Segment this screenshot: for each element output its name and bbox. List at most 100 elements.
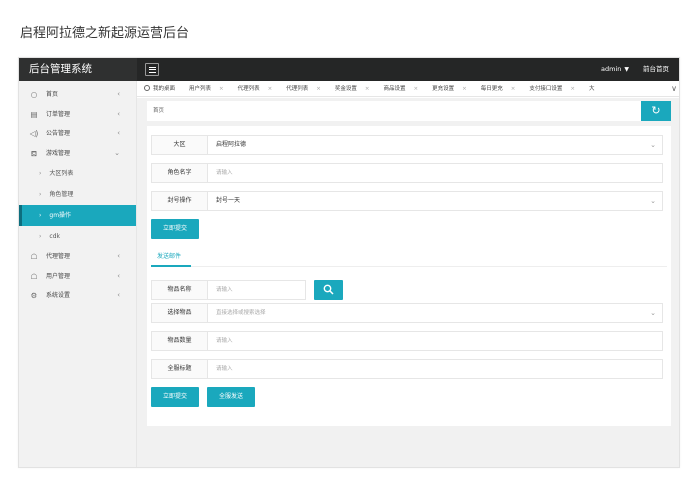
- chevron-down-icon: ⌄: [650, 197, 656, 205]
- sidebar-item-home[interactable]: ○ 首页 ‹: [19, 85, 136, 105]
- chevron-left-icon: ‹: [117, 291, 120, 299]
- search-button[interactable]: [314, 280, 343, 300]
- refresh-icon: ↻: [651, 104, 661, 117]
- top-right-menu: admin ▼ 前台首页: [601, 58, 669, 81]
- tab-daily-recharge[interactable]: 每日更充 ×: [474, 81, 523, 96]
- tab-users[interactable]: 用户列表 ×: [182, 81, 231, 96]
- submit-ban-button[interactable]: 立即提交: [151, 219, 199, 239]
- sidebar-item-label: 游戏管理: [46, 149, 71, 157]
- speaker-icon: ◁): [29, 129, 39, 138]
- tab-recharge-settings[interactable]: 更充设置 ×: [425, 81, 474, 96]
- active-tab-indicator: [151, 265, 191, 267]
- chevron-right-icon: ›: [39, 233, 42, 240]
- tab-send-mail[interactable]: 发送邮件: [157, 250, 181, 264]
- item-name-input[interactable]: 物品名称 请输入: [151, 280, 306, 300]
- gm-form-card: 大区 启程阿拉德 ⌄ 角色名字 请输入 封号操作 封号一天 ⌄ 立即提交 发送邮…: [147, 126, 671, 426]
- sidebar-item-users[interactable]: ☖ 用户管理 ‹: [19, 267, 136, 287]
- placeholder-text: 请输入: [216, 366, 233, 372]
- breadcrumb-bar: 首页 ↻: [147, 101, 671, 121]
- tab-bonus-settings[interactable]: 奖金设置 ×: [328, 81, 377, 96]
- tab-agents-2[interactable]: 代理列表 ×: [279, 81, 328, 96]
- item-select[interactable]: 选择物品 直接选择或搜索选择 ⌄: [151, 303, 663, 323]
- tab-label: 每日更充: [480, 86, 503, 92]
- sidebar-item-label: 系统设置: [46, 292, 71, 299]
- divider: [151, 266, 667, 267]
- close-icon[interactable]: ×: [570, 86, 575, 92]
- ban-operation-value: 封号一天: [216, 197, 241, 204]
- chevron-left-icon: ‹: [117, 90, 120, 98]
- chevron-right-icon: ›: [39, 191, 42, 198]
- sidebar-subitem-label: 角色管理: [49, 191, 74, 198]
- role-name-input[interactable]: 角色名字 请输入: [151, 163, 663, 183]
- sidebar-item-label: 订单管理: [46, 110, 71, 118]
- field-label: 物品名称: [152, 281, 208, 299]
- tab-label: 更充设置: [432, 86, 455, 92]
- close-icon[interactable]: ×: [511, 86, 516, 92]
- user-name: admin: [601, 65, 622, 73]
- top-bar: 后台管理系统 admin ▼ 前台首页: [19, 58, 679, 81]
- close-icon[interactable]: ×: [462, 86, 467, 92]
- user-icon: ☖: [30, 271, 38, 281]
- main-content: 首页 ↻ 大区 启程阿拉德 ⌄ 角色名字 请输入 封号操作 封号一天 ⌄ 立即提…: [137, 98, 679, 467]
- sidebar-item-label: 用户管理: [46, 272, 71, 280]
- tab-label: 支付接口设置: [529, 86, 563, 92]
- sidebar-item-label: 代理管理: [46, 253, 71, 260]
- region-value: 启程阿拉德: [216, 141, 247, 148]
- chevron-down-icon: ⌄: [114, 148, 120, 157]
- tab-product-settings[interactable]: 商品设置 ×: [377, 81, 426, 96]
- sidebar-subitem-label: 大区列表: [49, 170, 74, 177]
- sidebar-item-orders[interactable]: ▤ 订单管理 ‹: [19, 105, 136, 125]
- mail-title-input[interactable]: 全服标题 请输入: [151, 359, 663, 379]
- menu-toggle-icon[interactable]: [145, 63, 159, 76]
- chevron-left-icon: ‹: [117, 271, 120, 280]
- field-label: 选择物品: [152, 304, 208, 322]
- close-icon[interactable]: ×: [414, 86, 419, 92]
- sidebar-item-settings[interactable]: ⚙ 系统设置 ‹: [19, 286, 136, 306]
- tab-label: 用户列表: [189, 86, 212, 92]
- field-label: 全服标题: [152, 360, 208, 378]
- home-link[interactable]: 前台首页: [643, 58, 669, 81]
- close-icon[interactable]: ×: [268, 86, 273, 92]
- close-icon[interactable]: ×: [316, 86, 321, 92]
- brand-title: 后台管理系统: [19, 58, 137, 81]
- tab-bar: 我的桌面 用户列表 × 代理列表 × 代理列表 × 奖金设置 × 商品设置 × 更充设置 ×…: [137, 81, 679, 97]
- sidebar-subitem-label: gm操作: [49, 212, 72, 219]
- home-icon: ○: [30, 90, 38, 99]
- tab-home[interactable]: 我的桌面: [137, 81, 182, 96]
- chevron-down-icon[interactable]: ∨: [667, 81, 679, 96]
- sidebar-item-announcements[interactable]: ◁) 公告管理 ‹: [19, 124, 136, 144]
- sidebar-item-agents[interactable]: ☖ 代理管理 ‹: [19, 247, 136, 267]
- breadcrumb[interactable]: 首页: [153, 101, 164, 121]
- tab-label: 代理列表: [286, 86, 309, 92]
- sidebar-subitem-roles[interactable]: › 角色管理: [19, 184, 136, 205]
- chevron-left-icon: ‹: [117, 252, 120, 260]
- close-icon[interactable]: ×: [219, 86, 224, 92]
- close-icon[interactable]: ×: [365, 86, 370, 92]
- gear-icon: ⚙: [30, 291, 38, 300]
- tab-overflow[interactable]: 大: [582, 81, 602, 96]
- sidebar-item-label: 公告管理: [46, 130, 71, 137]
- tab-agents[interactable]: 代理列表 ×: [231, 81, 280, 96]
- tab-payment-settings[interactable]: 支付接口设置 ×: [522, 81, 582, 96]
- chevron-right-icon: ›: [39, 212, 42, 219]
- send-all-button[interactable]: 全服发送: [207, 387, 255, 407]
- caret-down-icon: ▼: [624, 66, 629, 73]
- field-label: 物品数量: [152, 332, 208, 350]
- ban-operation-select[interactable]: 封号操作 封号一天 ⌄: [151, 191, 663, 211]
- tab-label: 商品设置: [383, 86, 406, 92]
- sidebar-item-games[interactable]: ⛾ 游戏管理 ⌄: [19, 144, 136, 164]
- region-select[interactable]: 大区 启程阿拉德 ⌄: [151, 135, 663, 155]
- document-icon: ▤: [30, 109, 38, 119]
- tab-label: 大: [589, 86, 595, 92]
- chevron-left-icon: ‹: [117, 129, 120, 137]
- placeholder-text: 请输入: [216, 170, 233, 176]
- placeholder-text: 请输入: [216, 338, 233, 344]
- app-window: 后台管理系统 admin ▼ 前台首页 ○ 首页 ‹ ▤ 订单管理 ‹ ◁) 公告…: [18, 57, 680, 468]
- submit-mail-button[interactable]: 立即提交: [151, 387, 199, 407]
- item-quantity-input[interactable]: 物品数量 请输入: [151, 331, 663, 351]
- refresh-button[interactable]: ↻: [641, 101, 671, 121]
- sidebar-subitem-gm[interactable]: › gm操作: [19, 205, 136, 226]
- user-menu[interactable]: admin ▼: [601, 58, 629, 81]
- sidebar-subitem-regions[interactable]: › 大区列表: [19, 163, 136, 184]
- sidebar-subitem-cdk[interactable]: › cdk: [19, 226, 136, 247]
